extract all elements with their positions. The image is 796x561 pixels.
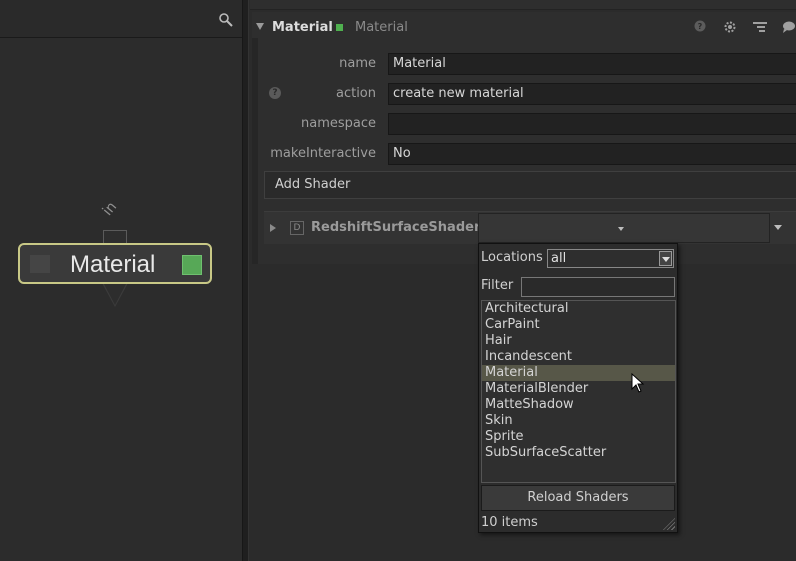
action-label: action	[335, 86, 376, 101]
filter-label: Filter	[481, 278, 514, 293]
section-title: Material	[272, 20, 333, 35]
reload-shaders-button[interactable]: Reload Shaders	[481, 485, 675, 511]
app-window: in Material Material Material ? name Mat…	[0, 0, 796, 561]
section-header[interactable]: Material Material ?	[252, 12, 796, 43]
graph-toolbar	[0, 0, 242, 38]
list-item[interactable]: Hair	[482, 333, 675, 349]
list-item[interactable]: SubSurfaceScatter	[482, 445, 675, 461]
output-port-inner	[104, 284, 126, 305]
material-section: Material Material ? name Material ? acti…	[252, 12, 796, 264]
chevron-down-icon	[662, 257, 670, 262]
action-field[interactable]: create new material	[388, 83, 796, 105]
makeinteractive-label: makeInteractive	[270, 146, 376, 161]
add-shader-button[interactable]: Add Shader	[264, 171, 796, 199]
input-port[interactable]	[103, 230, 127, 244]
name-label: name	[339, 56, 376, 71]
param-row-namespace: namespace	[252, 112, 796, 136]
list-item[interactable]: CarPaint	[482, 317, 675, 333]
resize-grip-icon[interactable]	[663, 518, 675, 530]
edit-indicator-icon	[336, 24, 343, 31]
shader-row: D RedshiftSurfaceShader	[264, 211, 796, 244]
locations-dropdown-button[interactable]	[659, 251, 672, 266]
shader-list[interactable]: Architectural CarPaint Hair Incandescent Mat…	[481, 300, 676, 483]
comment-icon[interactable]	[780, 20, 796, 36]
shader-menu-arrow-icon[interactable]	[774, 225, 782, 230]
node-bypass-swatch[interactable]	[30, 255, 50, 273]
locations-value: all	[551, 251, 567, 266]
input-port-label: in	[99, 198, 121, 219]
pane-splitter[interactable]	[242, 0, 249, 561]
mouse-cursor-icon	[631, 373, 645, 393]
param-row-name: name Material	[252, 52, 796, 76]
list-item[interactable]: Sprite	[482, 429, 675, 445]
locations-label: Locations	[481, 250, 543, 265]
gear-icon[interactable]	[722, 20, 738, 36]
action-help-icon[interactable]: ?	[269, 87, 281, 99]
shader-type-dropdown[interactable]	[478, 213, 770, 243]
collapse-arrow-icon[interactable]	[256, 23, 264, 30]
filter-input[interactable]	[521, 277, 675, 297]
list-item[interactable]: Incandescent	[482, 349, 675, 365]
chevron-down-icon	[618, 227, 624, 231]
help-icon[interactable]: ?	[692, 20, 708, 36]
node-graph[interactable]: in Material	[0, 0, 242, 561]
section-subtitle: Material	[355, 20, 408, 35]
material-node[interactable]: Material	[18, 243, 212, 284]
param-row-makeinteractive: makeInteractive No	[252, 142, 796, 166]
shader-d-badge[interactable]: D	[290, 221, 304, 235]
list-item[interactable]: Material	[482, 365, 675, 381]
expand-arrow-icon[interactable]	[270, 224, 276, 232]
svg-text:?: ?	[698, 22, 703, 31]
makeinteractive-field[interactable]: No	[388, 143, 796, 165]
namespace-label: namespace	[300, 116, 376, 131]
shader-name: RedshiftSurfaceShader	[311, 220, 481, 235]
list-item[interactable]: Architectural	[482, 301, 675, 317]
node-edit-swatch[interactable]	[182, 255, 202, 275]
name-field[interactable]: Material	[388, 53, 796, 75]
hierarchy-icon[interactable]	[752, 20, 768, 36]
namespace-field[interactable]	[388, 113, 796, 135]
shader-chooser-popup: Locations all Filter Architectural CarPai…	[478, 243, 678, 533]
search-icon[interactable]	[218, 12, 234, 28]
param-row-action: ? action create new material	[252, 82, 796, 106]
panel-top-strip	[250, 0, 796, 10]
list-item[interactable]: Skin	[482, 413, 675, 429]
list-item[interactable]: MatteShadow	[482, 397, 675, 413]
item-count: 10 items	[481, 515, 538, 530]
locations-select[interactable]: all	[547, 249, 674, 268]
node-label: Material	[70, 251, 156, 278]
list-item[interactable]: MaterialBlender	[482, 381, 675, 397]
